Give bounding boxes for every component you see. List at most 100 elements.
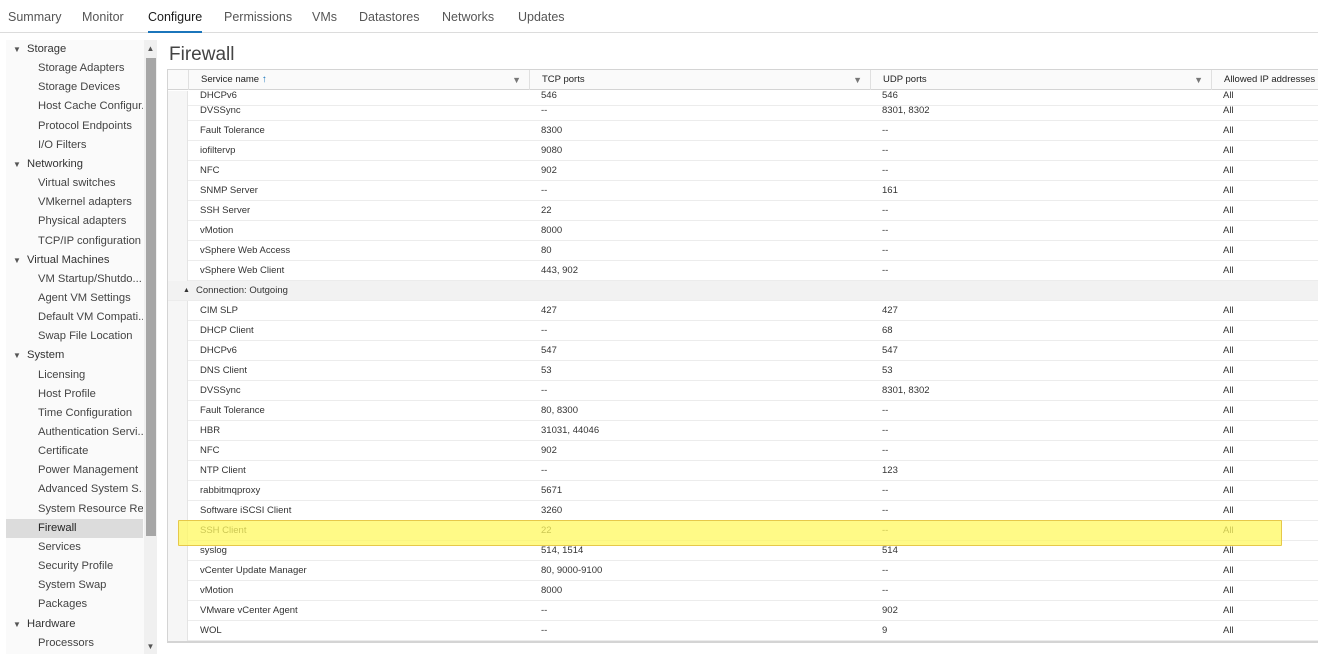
- table-row[interactable]: DHCPv6 547 547 All: [168, 341, 1318, 361]
- sidebar-label: Processors: [38, 636, 94, 649]
- service-name-cell: DHCPv6: [200, 345, 237, 356]
- sidebar-item[interactable]: I/O Filters: [6, 136, 143, 155]
- chevron-down-icon[interactable]: ▼: [13, 251, 21, 270]
- udp-ports-cell: --: [882, 405, 889, 416]
- table-row[interactable]: Fault Tolerance 80, 8300 -- All: [168, 401, 1318, 421]
- table-row[interactable]: vMotion 8000 -- All: [168, 581, 1318, 601]
- column-label: TCP ports: [542, 74, 585, 85]
- column-header-tcp-ports[interactable]: TCP ports ▼: [529, 70, 870, 90]
- sidebar-item[interactable]: Services: [6, 538, 143, 557]
- sidebar: ▼ Storage Storage Adapters Storage Devices H…: [6, 40, 157, 654]
- table-row[interactable]: vMotion 8000 -- All: [168, 221, 1318, 241]
- sidebar-item[interactable]: Licensing: [6, 366, 143, 385]
- scroll-down-icon[interactable]: ▼: [144, 640, 157, 654]
- chevron-down-icon[interactable]: ▼: [13, 155, 21, 174]
- sidebar-item[interactable]: TCP/IP configuration: [6, 232, 143, 251]
- column-header-allowed-ip[interactable]: Allowed IP addresses: [1211, 70, 1318, 90]
- udp-ports-cell: 8301, 8302: [882, 105, 930, 116]
- tab-datastores[interactable]: Datastores: [359, 10, 419, 33]
- allowed-ip-cell: All: [1223, 445, 1234, 456]
- allowed-ip-cell: All: [1223, 325, 1234, 336]
- sidebar-item[interactable]: Storage Adapters: [6, 59, 143, 78]
- filter-icon[interactable]: ▼: [853, 70, 862, 90]
- sidebar-label: Authentication Servi...: [38, 426, 143, 438]
- sidebar-item[interactable]: Authentication Servi...: [6, 423, 143, 442]
- tab-vms[interactable]: VMs: [312, 10, 337, 33]
- table-row[interactable]: SSH Server 22 -- All: [168, 201, 1318, 221]
- table-row[interactable]: iofiltervp 9080 -- All: [168, 141, 1318, 161]
- table-row[interactable]: vSphere Web Access 80 -- All: [168, 241, 1318, 261]
- tab-updates[interactable]: Updates: [518, 10, 565, 33]
- filter-icon[interactable]: ▼: [512, 70, 521, 90]
- chevron-down-icon[interactable]: ▼: [13, 40, 21, 59]
- sidebar-group[interactable]: ▼ Hardware: [6, 615, 143, 634]
- table-row[interactable]: WOL -- 9 All: [168, 621, 1318, 641]
- column-header-service-name[interactable]: Service name ↑ ▼: [188, 70, 529, 90]
- group-row[interactable]: ▲ Connection: Outgoing: [168, 281, 1318, 301]
- sidebar-item[interactable]: System Resource Re...: [6, 500, 143, 519]
- sidebar-group[interactable]: ▼ System: [6, 346, 143, 365]
- table-row[interactable]: NFC 902 -- All: [168, 441, 1318, 461]
- table-row[interactable]: DHCP Client -- 68 All: [168, 321, 1318, 341]
- collapse-icon[interactable]: ▲: [183, 281, 190, 301]
- sidebar-group[interactable]: ▼ Virtual Machines: [6, 251, 143, 270]
- table-row[interactable]: CIM SLP 427 427 All: [168, 301, 1318, 321]
- table-row[interactable]: Software iSCSI Client 3260 -- All: [168, 501, 1318, 521]
- sidebar-item[interactable]: VM Startup/Shutdo...: [6, 270, 143, 289]
- sidebar-group[interactable]: ▼ Storage: [6, 40, 143, 59]
- column-header-udp-ports[interactable]: UDP ports ▼: [870, 70, 1211, 90]
- table-row[interactable]: DVSSync -- 8301, 8302 All: [168, 101, 1318, 121]
- sidebar-item[interactable]: Host Profile: [6, 385, 143, 404]
- table-row[interactable]: rabbitmqproxy 5671 -- All: [168, 481, 1318, 501]
- sidebar-label: Firewall: [38, 521, 77, 534]
- tab-monitor[interactable]: Monitor: [82, 10, 124, 33]
- table-row[interactable]: NTP Client -- 123 All: [168, 461, 1318, 481]
- sidebar-label: Time Configuration: [38, 406, 133, 419]
- service-name-cell: DHCP Client: [200, 325, 254, 336]
- sidebar-item[interactable]: Power Management: [6, 461, 143, 480]
- table-row[interactable]: DVSSync -- 8301, 8302 All: [168, 381, 1318, 401]
- tab-configure[interactable]: Configure: [148, 10, 203, 33]
- chevron-down-icon[interactable]: ▼: [13, 615, 21, 634]
- sidebar-item[interactable]: Certificate: [6, 442, 143, 461]
- tab-permissions[interactable]: Permissions: [224, 10, 292, 33]
- tcp-ports-cell: --: [541, 385, 548, 396]
- table-row[interactable]: Fault Tolerance 8300 -- All: [168, 121, 1318, 141]
- tab-summary[interactable]: Summary: [8, 10, 61, 33]
- table-row[interactable]: NFC 902 -- All: [168, 161, 1318, 181]
- sidebar-item[interactable]: Firewall: [6, 518, 143, 538]
- filter-icon[interactable]: ▼: [1194, 70, 1203, 90]
- sidebar-item[interactable]: Packages: [6, 595, 143, 614]
- table-row[interactable]: SNMP Server -- 161 All: [168, 181, 1318, 201]
- sidebar-item[interactable]: Physical adapters: [6, 212, 143, 231]
- chevron-down-icon[interactable]: ▼: [13, 346, 21, 365]
- table-row[interactable]: VMware vCenter Agent -- 902 All: [168, 601, 1318, 621]
- sidebar-item[interactable]: Time Configuration: [6, 404, 143, 423]
- sidebar-label: System: [27, 349, 65, 362]
- sidebar-item[interactable]: Agent VM Settings: [6, 289, 143, 308]
- sidebar-group[interactable]: ▼ Networking: [6, 155, 143, 174]
- sidebar-item[interactable]: Default VM Compati...: [6, 308, 143, 327]
- table-row[interactable]: vSphere Web Client 443, 902 -- All: [168, 261, 1318, 281]
- sidebar-item[interactable]: Virtual switches: [6, 174, 143, 193]
- sidebar-item[interactable]: Swap File Location: [6, 327, 143, 346]
- udp-ports-cell: 427: [882, 305, 898, 316]
- tab-networks[interactable]: Networks: [442, 10, 494, 33]
- sidebar-item[interactable]: Host Cache Configur...: [6, 97, 143, 116]
- sidebar-item[interactable]: Storage Devices: [6, 78, 143, 97]
- table-row[interactable]: HBR 31031, 44046 -- All: [168, 421, 1318, 441]
- sidebar-item[interactable]: Advanced System S...: [6, 480, 143, 499]
- sidebar-item[interactable]: VMkernel adapters: [6, 193, 143, 212]
- sidebar-item[interactable]: Security Profile: [6, 557, 143, 576]
- scrollbar-thumb[interactable]: [146, 58, 156, 536]
- scroll-up-icon[interactable]: ▲: [144, 42, 157, 56]
- sidebar-item[interactable]: Processors: [6, 634, 143, 653]
- sidebar-item[interactable]: System Swap: [6, 576, 143, 595]
- row-indent: [168, 421, 188, 441]
- table-row[interactable]: vCenter Update Manager 80, 9000-9100 -- All: [168, 561, 1318, 581]
- sidebar-label: Storage: [27, 43, 67, 55]
- sort-ascending-icon[interactable]: ↑: [262, 74, 267, 85]
- sidebar-scrollbar[interactable]: ▲ ▼: [144, 40, 157, 654]
- table-row[interactable]: DNS Client 53 53 All: [168, 361, 1318, 381]
- sidebar-item[interactable]: Protocol Endpoints: [6, 117, 143, 136]
